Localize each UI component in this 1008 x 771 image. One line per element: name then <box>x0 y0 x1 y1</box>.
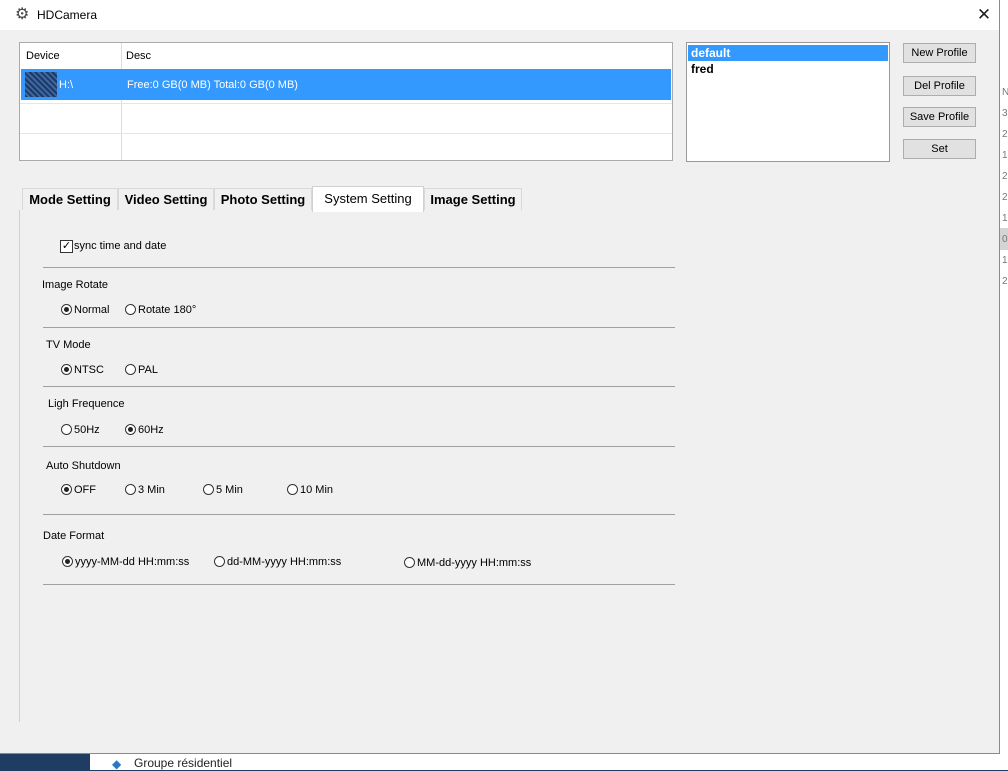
radio-icon <box>61 424 72 435</box>
radio-selected-icon <box>61 304 72 315</box>
profile-list[interactable]: default fred <box>686 42 890 162</box>
radio-selected-icon <box>61 484 72 495</box>
tab-image-setting[interactable]: Image Setting <box>424 188 522 210</box>
tv-mode-title: TV Mode <box>46 339 91 351</box>
tab-mode-setting[interactable]: Mode Setting <box>22 188 118 210</box>
header-desc[interactable]: Desc <box>126 50 151 62</box>
row-divider <box>20 103 672 104</box>
auto-shutdown-title: Auto Shutdown <box>46 460 121 472</box>
homegroup-icon: ◆ <box>112 757 122 771</box>
radio-off[interactable]: OFF <box>61 484 96 497</box>
radio-10-min[interactable]: 10 Min <box>287 484 333 497</box>
light-frequence-title: Ligh Frequence <box>48 398 125 410</box>
radio-icon <box>404 557 415 568</box>
radio-ntsc[interactable]: NTSC <box>61 364 104 377</box>
radio-mm-dd-yyyy[interactable]: MM-dd-yyyy HH:mm:ss <box>404 557 531 570</box>
radio-5-min[interactable]: 5 Min <box>203 484 243 497</box>
device-table[interactable]: Device Desc H:\ Free:0 GB(0 MB) Total:0 … <box>19 42 673 161</box>
divider <box>43 514 675 515</box>
date-format-title: Date Format <box>43 530 105 542</box>
radio-3-min[interactable]: 3 Min <box>125 484 165 497</box>
column-separator <box>121 43 122 160</box>
new-profile-button[interactable]: New Profile <box>903 43 976 63</box>
radio-selected-icon <box>62 556 73 567</box>
background-taskbar-text[interactable]: Groupe résidentiel <box>134 756 232 770</box>
title-bar[interactable]: ⚙ HDCamera ✕ <box>0 0 999 30</box>
radio-icon <box>125 304 136 315</box>
divider <box>43 386 675 387</box>
background-digits: N 3 2 1 2 2 1 0 1 2 <box>1002 87 1008 287</box>
radio-rotate-180[interactable]: Rotate 180° <box>125 304 196 317</box>
divider <box>43 327 675 328</box>
window-title: HDCamera <box>37 8 98 22</box>
radio-icon <box>287 484 298 495</box>
header-device[interactable]: Device <box>26 50 60 62</box>
profile-item-fred[interactable]: fred <box>688 61 888 77</box>
radio-selected-icon <box>125 424 136 435</box>
image-rotate-title: Image Rotate <box>42 279 109 291</box>
del-profile-button[interactable]: Del Profile <box>903 76 976 96</box>
save-profile-button[interactable]: Save Profile <box>903 107 976 127</box>
radio-selected-icon <box>61 364 72 375</box>
radio-pal[interactable]: PAL <box>125 364 158 377</box>
set-button[interactable]: Set <box>903 139 976 159</box>
device-name: H:\ <box>59 79 74 91</box>
radio-60hz[interactable]: 60Hz <box>125 424 164 437</box>
close-button[interactable]: ✕ <box>970 2 998 28</box>
tab-system-setting[interactable]: System Setting <box>312 186 424 212</box>
table-row[interactable]: H:\ Free:0 GB(0 MB) Total:0 GB(0 MB) <box>21 69 671 100</box>
system-setting-panel <box>19 210 999 722</box>
divider <box>43 446 675 447</box>
radio-icon <box>214 556 225 567</box>
radio-icon <box>203 484 214 495</box>
sd-card-icon <box>25 72 57 97</box>
divider <box>43 267 675 268</box>
radio-icon <box>125 484 136 495</box>
radio-50hz[interactable]: 50Hz <box>61 424 100 437</box>
sync-time-checkbox[interactable]: ✓ sync time and date <box>60 240 166 253</box>
tab-video-setting[interactable]: Video Setting <box>118 188 214 210</box>
gear-icon: ⚙ <box>15 6 30 23</box>
radio-normal[interactable]: Normal <box>61 304 109 317</box>
row-divider <box>20 133 672 134</box>
device-desc: Free:0 GB(0 MB) Total:0 GB(0 MB) <box>127 79 298 91</box>
profile-item-default[interactable]: default <box>688 45 888 61</box>
radio-icon <box>125 364 136 375</box>
radio-dd-mm-yyyy[interactable]: dd-MM-yyyy HH:mm:ss <box>214 556 341 569</box>
check-icon: ✓ <box>60 240 73 253</box>
tab-photo-setting[interactable]: Photo Setting <box>214 188 312 210</box>
divider <box>43 584 675 585</box>
hdcamera-window: ⚙ HDCamera ✕ Device Desc H:\ Free:0 GB(0… <box>0 0 1000 754</box>
radio-yyyy-mm-dd[interactable]: yyyy-MM-dd HH:mm:ss <box>62 556 189 569</box>
